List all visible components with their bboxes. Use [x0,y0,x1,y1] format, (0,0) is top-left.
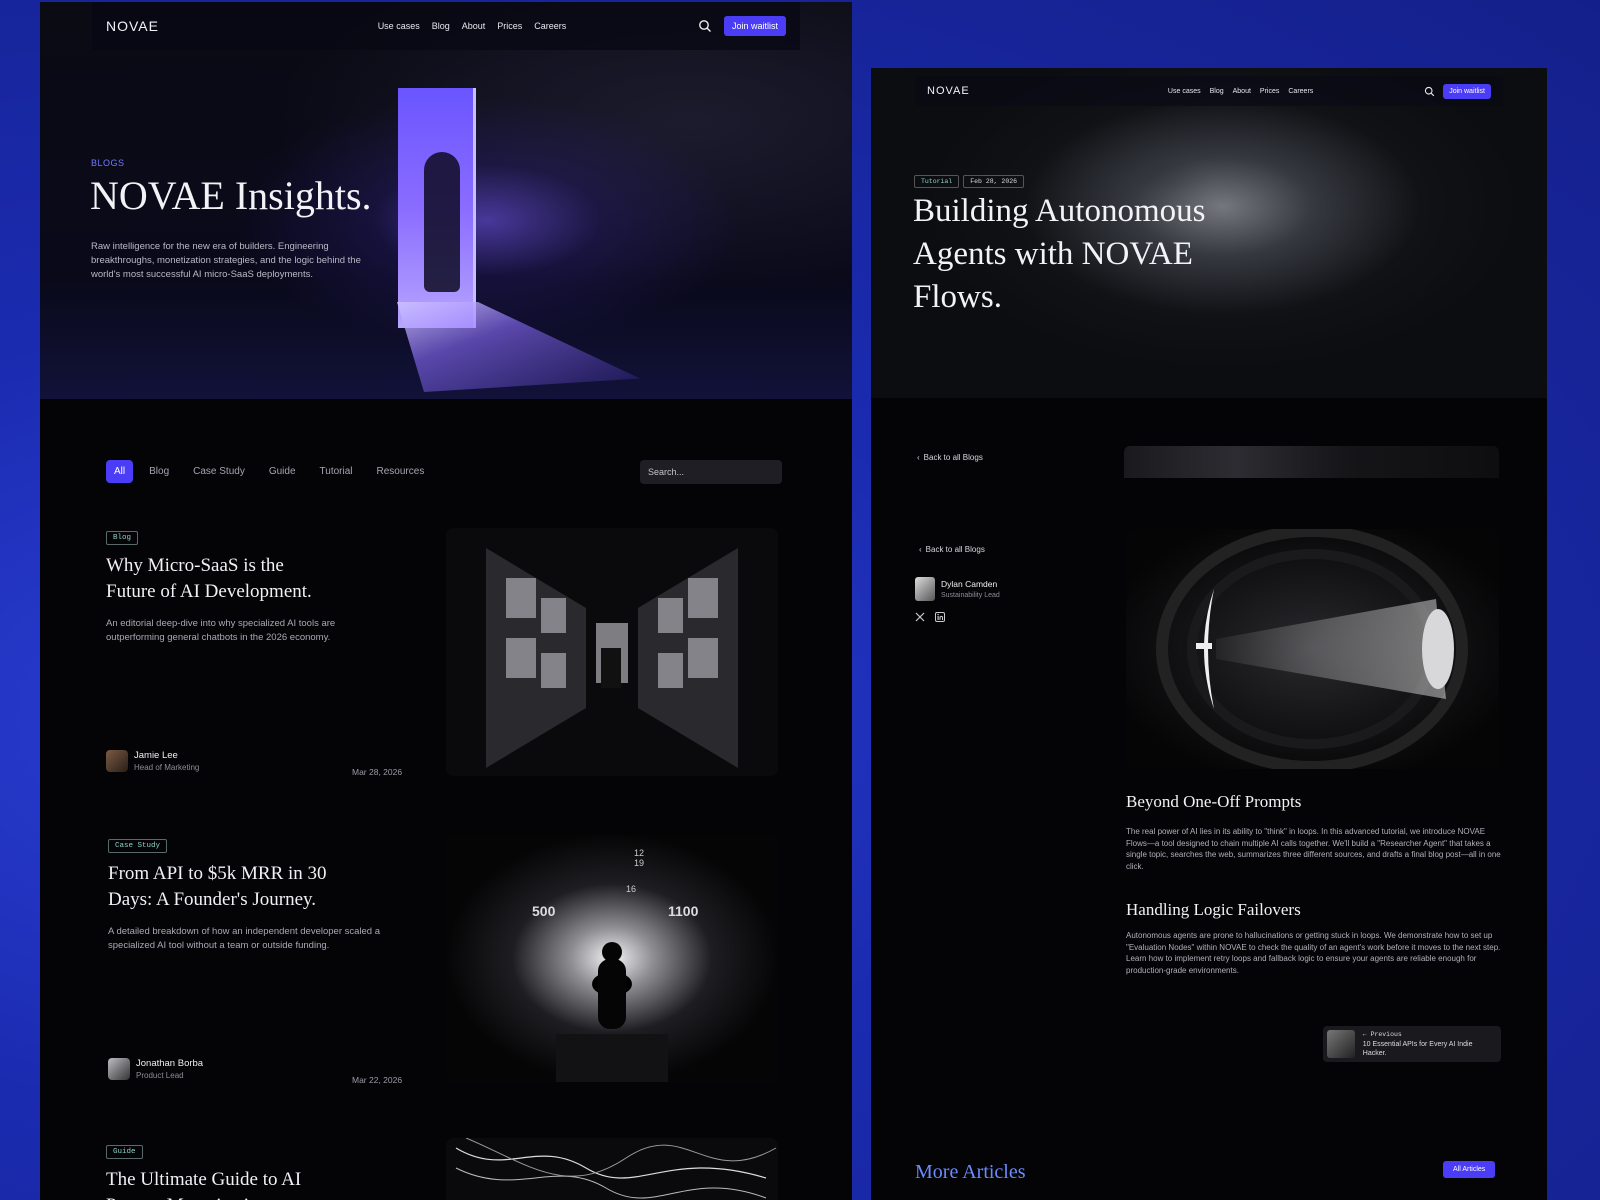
social-links [915,612,945,622]
all-articles-button[interactable]: All Articles [1443,1161,1496,1178]
date-tag: Feb 28, 2026 [963,175,1025,188]
card-tag: Blog [106,531,139,545]
article-meta-tags: Tutorial Feb 28, 2026 [914,175,1025,188]
previous-label-text: Previous [1370,1030,1402,1038]
card-title[interactable]: From API to $5k MRR in 30 Days: A Founde… [108,861,348,913]
nav-link-use-cases[interactable]: Use cases [1168,88,1201,95]
article-hero: NOVAE Use cases Blog About Prices Career… [871,68,1547,398]
article-detail-page: NOVAE Use cases Blog About Prices Career… [871,68,1547,1200]
nav-link-prices[interactable]: Prices [497,21,522,31]
dial-number: 16 [626,884,636,894]
x-icon[interactable] [915,612,925,622]
nav-link-careers[interactable]: Careers [534,21,566,31]
nav-links: Use cases Blog About Prices Careers [1127,88,1424,95]
article-author: Dylan Camden Sustainability Lead [915,577,1000,601]
author-name: Dylan Camden [941,579,998,589]
page-title: NOVAE Insights. [90,173,372,218]
hero-description: Raw intelligence for the new era of buil… [91,241,361,280]
back-to-blogs-link[interactable]: ‹ Back to all Blogs [919,545,985,554]
category-tag: Tutorial [914,175,960,188]
dial-number: 1100 [668,903,699,919]
back-link-label: Back to all Blogs [925,545,985,554]
avatar [915,577,935,601]
filter-all[interactable]: All [106,460,134,483]
nav-links: Use cases Blog About Prices Careers [306,21,698,31]
section-heading: Beyond One-Off Prompts [1126,792,1302,811]
card-description: A detailed breakdown of how an independe… [108,926,381,951]
author-role: Sustainability Lead [941,592,1000,599]
card-date: Mar 28, 2026 [352,767,403,777]
avatar [106,750,128,772]
nav-link-use-cases[interactable]: Use cases [378,21,420,31]
join-waitlist-button[interactable]: Join waitlist [1443,83,1491,99]
previous-article-thumbnail [1327,1030,1355,1058]
search-icon[interactable] [1424,86,1435,97]
filter-tutorial[interactable]: Tutorial [312,460,361,483]
arrow-left-icon: ← [1362,1030,1367,1038]
author-role: Product Lead [136,1071,184,1080]
section-heading: Handling Logic Failovers [1126,900,1301,919]
dial-number: 500 [532,903,556,919]
search-input[interactable]: Search... [640,460,782,484]
card-description: An editorial deep-dive into why speciali… [106,618,336,643]
previous-label: ← Previous [1363,1031,1497,1038]
hero-person-silhouette [424,152,460,292]
section-body: The real power of AI lies in its ability… [1126,827,1501,871]
card-tag: Guide [106,1145,143,1159]
card-image-data-tunnel[interactable]: 500 1100 16 12 19 [446,834,778,1082]
linkedin-icon[interactable] [935,612,945,622]
previous-article-title: 10 Essential APIs for Every AI Indie Hac… [1362,1040,1473,1057]
article-card[interactable]: Guide The Ultimate Guide to AI Prompt Mo… [106,1138,782,1200]
hero-section: NOVAE Use cases Blog About Prices Career… [40,2,852,399]
back-link-label: Back to all Blogs [923,453,983,462]
dial-number: 12 [634,848,644,858]
more-articles-title: More Articles [915,1161,1026,1183]
top-nav: NOVAE Use cases Blog About Prices Career… [915,76,1503,106]
author-role: Head of Marketing [134,763,200,772]
dial-number: 19 [634,858,644,868]
card-title[interactable]: Why Micro-SaaS is the Future of AI Devel… [106,553,336,605]
join-waitlist-button[interactable]: Join waitlist [723,16,786,36]
author-name: Jamie Lee [134,750,178,761]
filter-blog[interactable]: Blog [141,460,177,483]
filter-case-study[interactable]: Case Study [185,460,253,483]
nav-link-prices[interactable]: Prices [1260,88,1279,95]
filter-resources[interactable]: Resources [369,460,433,483]
filter-guide[interactable]: Guide [261,460,304,483]
card-image-server-room[interactable] [446,528,778,776]
article-card[interactable]: Case Study From API to $5k MRR in 30 Day… [106,834,782,1089]
nav-link-blog[interactable]: Blog [432,21,450,31]
top-nav: NOVAE Use cases Blog About Prices Career… [92,2,800,50]
card-date: Mar 22, 2026 [352,1075,403,1085]
card-author: Jonathan Borba Product Lead [108,1058,203,1080]
card-author: Jamie Lee Head of Marketing [106,750,199,772]
search-icon[interactable] [698,19,712,33]
chevron-left-icon: ‹ [917,453,920,462]
nav-link-careers[interactable]: Careers [1288,88,1313,95]
header-image-strip [1124,446,1499,478]
back-to-blogs-link[interactable]: ‹ Back to all Blogs [917,453,983,462]
author-name: Jonathan Borba [136,1058,204,1069]
section-body: Autonomous agents are prone to hallucina… [1126,931,1501,975]
article-card[interactable]: Blog Why Micro-SaaS is the Future of AI … [106,526,782,781]
nav-link-blog[interactable]: Blog [1210,88,1224,95]
article-image-tunnel [1126,529,1499,769]
category-filters: All Blog Case Study Guide Tutorial Resou… [106,460,432,483]
logo[interactable]: NOVAE [927,85,1127,97]
blog-list-page: NOVAE Use cases Blog About Prices Career… [40,2,852,1200]
article-title: Building Autonomous Agents with NOVAE Fl… [913,193,1206,315]
chevron-left-icon: ‹ [919,545,922,554]
card-tag: Case Study [108,839,168,853]
nav-link-about[interactable]: About [462,21,486,31]
previous-article-card[interactable]: ← Previous 10 Essential APIs for Every A… [1323,1026,1501,1062]
logo[interactable]: NOVAE [106,18,306,34]
card-title[interactable]: The Ultimate Guide to AI Prompt Monetiza… [106,1167,336,1200]
hero-eyebrow: BLOGS [91,158,125,168]
avatar [108,1058,130,1080]
hero-light-beam [397,302,640,392]
card-image-abstract-lines[interactable] [446,1138,778,1200]
nav-link-about[interactable]: About [1233,88,1251,95]
